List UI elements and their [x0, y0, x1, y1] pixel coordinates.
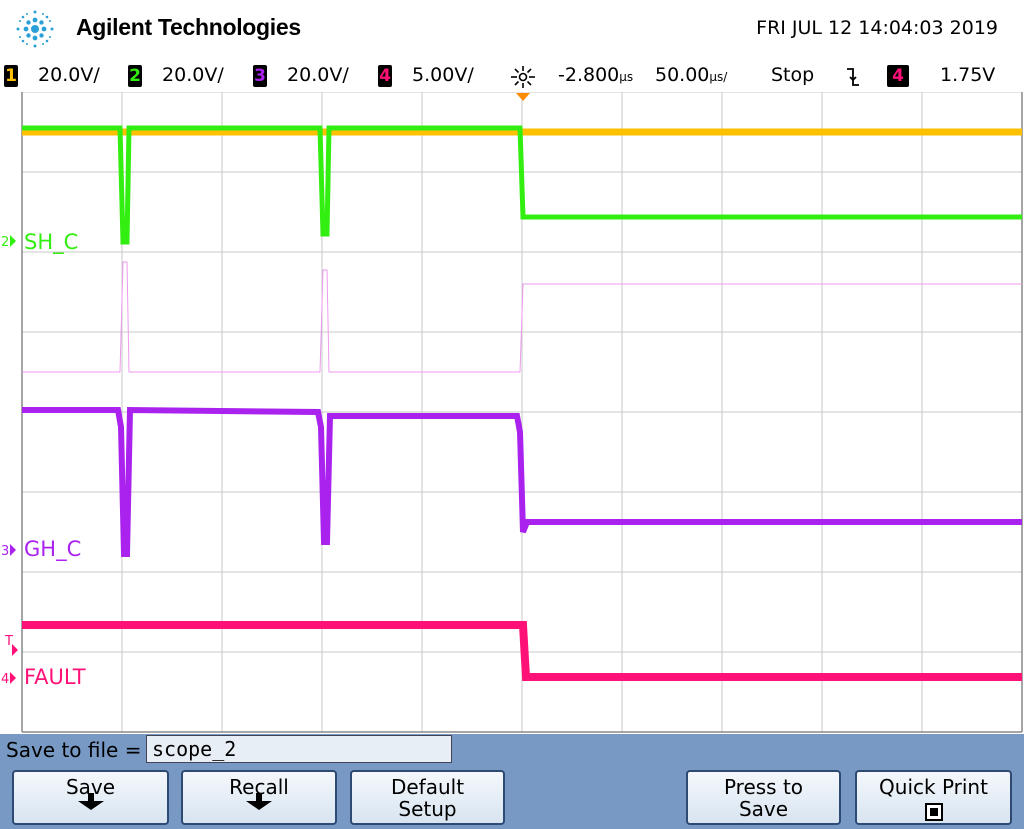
channel-2-marker-num: 2	[1, 235, 9, 250]
delay-knob-icon	[511, 66, 535, 88]
trigger-edge-falling-icon	[847, 68, 859, 86]
timebase-unit: µs/	[709, 70, 728, 84]
press-to-save-softkey[interactable]: Press to Save	[686, 770, 841, 825]
waveform-display[interactable]: 2 SH_C 3 GH_C T 4 FAULT	[0, 92, 1024, 734]
quick-print-label: Quick Print	[879, 775, 988, 799]
quick-print-softkey[interactable]: Quick Print	[855, 770, 1012, 825]
channel-3-scale[interactable]: 3 20.0V/	[253, 64, 349, 87]
filename-field[interactable]: scope_2	[146, 735, 452, 763]
trigger-level-letter: T	[4, 634, 13, 649]
channel-3-scale-value: 20.0V/	[287, 64, 349, 86]
save-softkey[interactable]: Save	[12, 770, 169, 825]
trigger-source-badge: 4	[887, 64, 909, 87]
checkbox-icon	[924, 802, 943, 821]
channel-2-scale[interactable]: 2 20.0V/	[128, 64, 224, 87]
default-setup-line2: Setup	[398, 797, 457, 821]
save-to-file-label: Save to file =	[6, 738, 142, 762]
timebase-value: 50.00	[655, 64, 710, 86]
channel-3-badge: 3	[253, 64, 267, 87]
channel-3-marker-num: 3	[1, 544, 9, 559]
softkey-panel: Save to file = scope_2 Save Recall Defau…	[0, 734, 1024, 829]
run-state: Stop	[771, 64, 815, 86]
channel-2-label: SH_C	[24, 230, 78, 255]
horizontal-delay[interactable]: -2.800µs	[558, 64, 633, 86]
trigger-level: 1.75V	[940, 64, 996, 86]
scope-header: Agilent Technologies FRI JUL 12 14:04:03…	[0, 0, 1024, 60]
channel-2-badge: 2	[128, 64, 142, 87]
status-bar: 1 20.0V/ 2 20.0V/ 3 20.0V/ 4 5.00V/ -2.8…	[0, 60, 1024, 92]
trigger-source[interactable]: 4	[887, 64, 909, 87]
channel-1-scale-value: 20.0V/	[38, 64, 100, 86]
recall-softkey[interactable]: Recall	[181, 770, 337, 825]
channel-4-badge: 4	[378, 64, 392, 87]
channel-4-marker-num: 4	[1, 672, 9, 687]
channel-2-scale-value: 20.0V/	[162, 64, 224, 86]
channel-4-scale-value: 5.00V/	[412, 64, 474, 86]
down-arrow-icon	[77, 793, 104, 810]
default-setup-softkey[interactable]: Default Setup	[350, 770, 505, 825]
channel-1-badge: 1	[4, 64, 18, 87]
timestamp: FRI JUL 12 14:04:03 2019	[756, 17, 998, 39]
delay-value: -2.800	[558, 64, 620, 86]
channel-4-scale[interactable]: 4 5.00V/	[378, 64, 474, 87]
brand-name: Agilent Technologies	[76, 14, 301, 40]
default-setup-line1: Default	[390, 775, 465, 799]
press-to-save-line2: Save	[738, 797, 789, 821]
down-arrow-icon	[246, 793, 272, 810]
channel-3-label: GH_C	[24, 537, 81, 562]
timebase[interactable]: 50.00µs/	[655, 64, 727, 86]
press-to-save-line1: Press to	[723, 775, 804, 799]
delay-unit: µs	[619, 70, 634, 84]
channel-1-scale[interactable]: 1 20.0V/	[4, 64, 100, 87]
channel-4-label: FAULT	[24, 665, 86, 689]
agilent-logo-icon	[16, 10, 54, 48]
